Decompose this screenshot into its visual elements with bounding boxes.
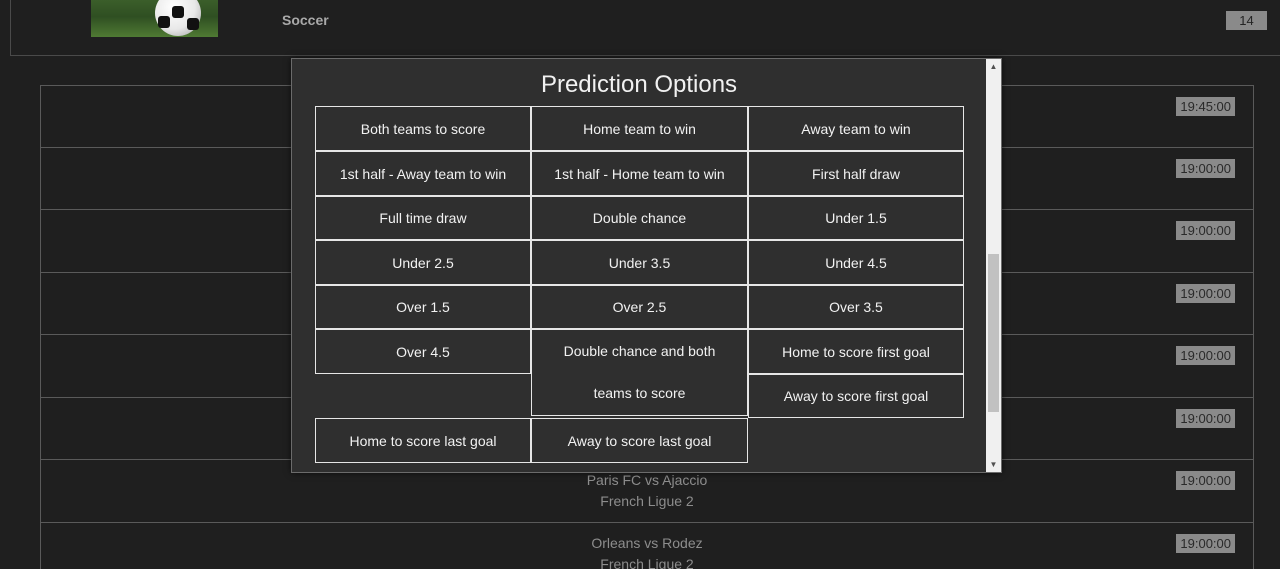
option-home-team-to-win[interactable]: Home team to win — [531, 106, 748, 151]
option-1st-half-away-win[interactable]: 1st half - Away team to win — [315, 151, 531, 196]
option-over-2-5[interactable]: Over 2.5 — [531, 285, 748, 329]
option-double-chance[interactable]: Double chance — [531, 196, 748, 240]
soccer-ball-icon — [155, 0, 201, 36]
match-row[interactable]: Orleans vs Rodez French Ligue 2 19:00:00 — [40, 522, 1254, 569]
match-title: Orleans vs Rodez — [591, 534, 703, 551]
scroll-down-icon[interactable]: ▼ — [986, 457, 1001, 472]
option-first-half-draw[interactable]: First half draw — [748, 151, 964, 196]
match-time: 19:00:00 — [1176, 408, 1235, 428]
option-both-teams-to-score[interactable]: Both teams to score — [315, 106, 531, 151]
match-time: 19:00:00 — [1176, 283, 1235, 303]
match-league: French Ligue 2 — [600, 555, 694, 569]
option-label-line: Double chance and both — [563, 343, 716, 359]
option-under-2-5[interactable]: Under 2.5 — [315, 240, 531, 285]
option-over-3-5[interactable]: Over 3.5 — [748, 285, 964, 329]
option-under-1-5[interactable]: Under 1.5 — [748, 196, 964, 240]
match-time: 19:45:00 — [1176, 97, 1235, 116]
option-under-4-5[interactable]: Under 4.5 — [748, 240, 964, 285]
option-1st-half-home-win[interactable]: 1st half - Home team to win — [531, 151, 748, 196]
match-league: French Ligue 2 — [600, 493, 694, 509]
option-double-chance-and-btts[interactable]: Double chance and both teams to score — [531, 329, 748, 416]
option-home-score-first-goal[interactable]: Home to score first goal — [748, 329, 964, 374]
option-under-3-5[interactable]: Under 3.5 — [531, 240, 748, 285]
match-title: Paris FC vs Ajaccio — [586, 472, 708, 488]
sport-count-badge: 14 — [1226, 11, 1267, 30]
scroll-up-icon[interactable]: ▲ — [986, 59, 1001, 74]
match-time: 19:00:00 — [1176, 346, 1235, 365]
soccer-ball-image — [91, 0, 218, 37]
match-time: 19:00:00 — [1176, 533, 1235, 553]
match-time: 19:00:00 — [1176, 158, 1235, 178]
option-home-score-last-goal[interactable]: Home to score last goal — [315, 418, 531, 463]
option-away-score-first-goal[interactable]: Away to score first goal — [748, 374, 964, 418]
option-label-line: teams to score — [593, 385, 686, 401]
option-away-score-last-goal[interactable]: Away to score last goal — [531, 418, 748, 463]
page: Soccer 14 19:45:00 19:00:00 19:00:00 19:… — [0, 0, 1280, 569]
prediction-options-modal: Prediction Options Both teams to score H… — [291, 58, 1002, 473]
sport-row[interactable]: Soccer 14 — [10, 0, 1280, 56]
modal-title: Prediction Options — [540, 71, 738, 98]
option-away-team-to-win[interactable]: Away team to win — [748, 106, 964, 151]
option-over-4-5[interactable]: Over 4.5 — [315, 329, 531, 374]
modal-scrollbar[interactable]: ▲ ▼ — [986, 59, 1001, 472]
option-full-time-draw[interactable]: Full time draw — [315, 196, 531, 240]
scrollbar-thumb[interactable] — [988, 254, 999, 412]
option-over-1-5[interactable]: Over 1.5 — [315, 285, 531, 329]
match-time: 19:00:00 — [1176, 471, 1235, 490]
sport-name: Soccer — [282, 12, 329, 28]
match-time: 19:00:00 — [1176, 221, 1235, 240]
